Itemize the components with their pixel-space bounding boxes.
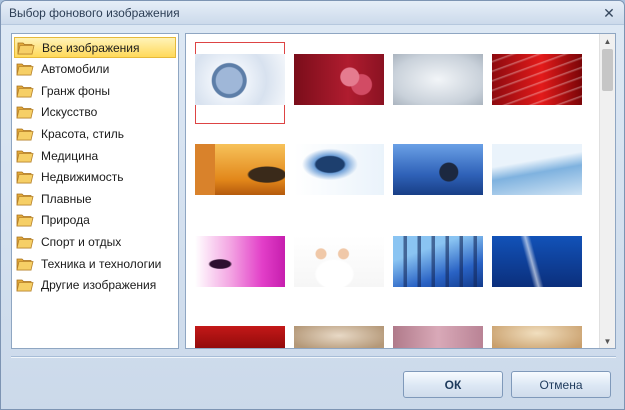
folder-icon [16, 256, 34, 272]
close-icon[interactable]: ✕ [600, 4, 618, 22]
scroll-down-icon[interactable]: ▼ [600, 334, 615, 348]
folder-icon [16, 61, 34, 77]
sidebar-item-5[interactable]: Красота, стиль [14, 123, 176, 144]
scroll-up-icon[interactable]: ▲ [600, 34, 615, 48]
folder-icon [16, 169, 34, 185]
sidebar-item-label: Недвижимость [41, 170, 124, 185]
image-gallery: ▲ ▼ [185, 33, 616, 349]
sidebar-item-2[interactable]: Автомобили [14, 59, 176, 80]
sidebar-item-label: Плавные [41, 191, 92, 206]
folder-icon [16, 212, 34, 228]
thumbnail-blue-film-strip[interactable] [393, 236, 483, 287]
scroll-thumb[interactable] [602, 49, 613, 91]
category-list: Все изображения Автомобили Гранж фоны Искус… [11, 33, 179, 349]
sidebar-item-label: Красота, стиль [41, 126, 125, 141]
dialog-title: Выбор фонового изображения [9, 6, 180, 20]
sidebar-item-label: Все изображения [42, 40, 140, 55]
footer-divider [11, 356, 616, 358]
sidebar-item-7[interactable]: Недвижимость [14, 167, 176, 188]
sidebar-item-8[interactable]: Плавные [14, 188, 176, 209]
thumbnail-stethoscope[interactable] [393, 144, 483, 195]
sidebar-item-label: Спорт и отдых [41, 234, 122, 249]
folder-icon [16, 191, 34, 207]
dialog-window: Выбор фонового изображения ✕ Все изображ… [0, 0, 625, 410]
ok-button[interactable]: ОК [403, 371, 503, 398]
sidebar-item-1[interactable]: Все изображения [14, 37, 176, 58]
sidebar-item-6[interactable]: Медицина [14, 145, 176, 166]
sidebar-item-label: Техника и технологии [41, 256, 162, 271]
thumbnail-purple-mauve[interactable] [393, 326, 483, 348]
sidebar-item-11[interactable]: Техника и технологии [14, 253, 176, 274]
thumbnail-beige-grunge[interactable] [294, 326, 384, 348]
sidebar-item-label: Гранж фоны [41, 83, 110, 98]
folder-icon [16, 234, 34, 250]
thumbnail-light-blue-gradient[interactable] [492, 144, 582, 195]
thumbnail-blue-light-rays[interactable] [492, 236, 582, 287]
sidebar-item-10[interactable]: Спорт и отдых [14, 231, 176, 252]
thumbnail-medical-team[interactable] [294, 236, 384, 287]
folder-icon [16, 83, 34, 99]
thumbnail-red-makeup[interactable] [294, 54, 384, 105]
cancel-button[interactable]: Отмена [511, 371, 611, 398]
gallery-scrollbar[interactable]: ▲ ▼ [599, 34, 615, 348]
thumbnail-grey-texture[interactable] [393, 54, 483, 105]
folder-icon [16, 126, 34, 142]
title-bar[interactable]: Выбор фонового изображения ✕ [1, 1, 624, 25]
sidebar-item-12[interactable]: Другие изображения [14, 275, 176, 296]
sidebar-item-label: Искусство [41, 105, 98, 120]
sidebar-item-label: Природа [41, 213, 90, 228]
thumbnail-red-lines[interactable] [492, 54, 582, 105]
folder-icon [16, 277, 34, 293]
sidebar-item-label: Медицина [41, 148, 99, 163]
thumbnail-orange-film[interactable] [195, 144, 285, 195]
folder-icon [16, 148, 34, 164]
dialog-body: Все изображения Автомобили Гранж фоны Искус… [1, 25, 624, 409]
thumbnail-parchment[interactable] [492, 326, 582, 348]
sidebar-item-label: Другие изображения [41, 278, 157, 293]
thumbnail-pink-dancer[interactable] [195, 236, 285, 287]
thumbnail-red-orange[interactable] [195, 326, 285, 348]
folder-icon [17, 40, 35, 56]
thumbnail-compact-mirror[interactable] [195, 54, 285, 105]
folder-icon [16, 104, 34, 120]
sidebar-item-9[interactable]: Природа [14, 210, 176, 231]
sidebar-item-3[interactable]: Гранж фоны [14, 80, 176, 101]
sidebar-item-label: Автомобили [41, 62, 110, 77]
thumbnail-blue-swirl[interactable] [294, 144, 384, 195]
sidebar-item-4[interactable]: Искусство [14, 102, 176, 123]
